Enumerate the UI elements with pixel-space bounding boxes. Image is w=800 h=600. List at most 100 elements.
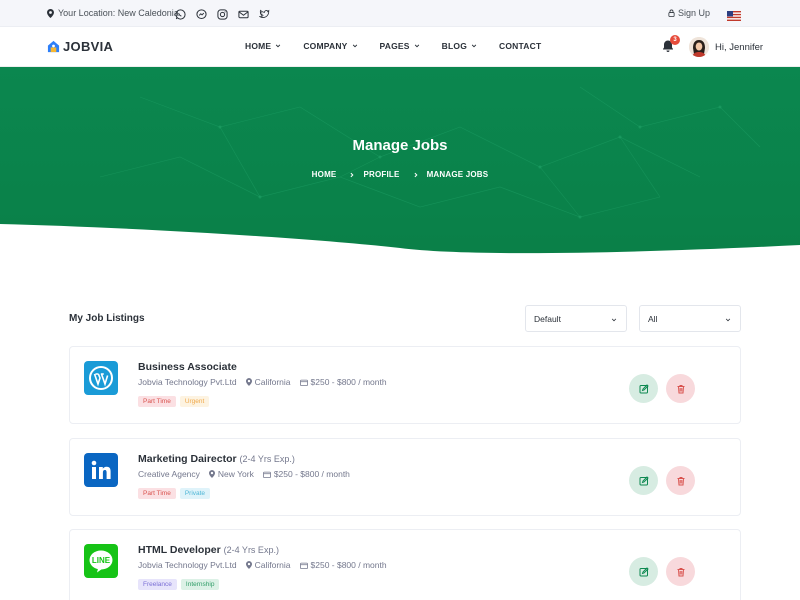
notification-badge: 3 xyxy=(670,35,680,45)
breadcrumb-home[interactable]: HOME xyxy=(312,170,337,179)
location-text: Your Location: New Caledonia xyxy=(58,8,179,18)
chevron-down-icon xyxy=(471,44,477,48)
edit-icon xyxy=(639,566,649,576)
wallet-icon xyxy=(262,471,271,478)
brand-logo[interactable]: JOBVIA xyxy=(47,39,113,54)
us-flag-icon[interactable] xyxy=(727,8,741,21)
user-greeting[interactable]: Hi, Jennifer xyxy=(715,42,763,53)
job-salary: $250 - $800 / month xyxy=(299,560,387,570)
sign-up-label: Sign Up xyxy=(678,8,711,18)
sort-select-value: Default xyxy=(534,314,561,324)
job-card[interactable]: Business Associate Jobvia Technology Pvt… xyxy=(69,346,741,424)
messenger-icon[interactable] xyxy=(196,7,207,20)
salary-text: $250 - $800 / month xyxy=(310,377,387,387)
breadcrumb-profile[interactable]: PROFILE xyxy=(363,170,399,179)
chevron-down-icon xyxy=(352,44,357,48)
svg-text:LINE: LINE xyxy=(92,556,111,565)
job-location: California xyxy=(245,560,291,570)
instagram-icon[interactable] xyxy=(217,7,228,20)
breadcrumb-current: MANAGE JOBS xyxy=(426,170,489,179)
menu-item-label: CONTACT xyxy=(499,41,542,51)
jobvia-logo-icon xyxy=(47,40,60,53)
twitter-icon[interactable] xyxy=(258,7,270,18)
avatar[interactable] xyxy=(689,37,709,57)
job-tags: Freelance Internship xyxy=(138,579,220,590)
main-menu: HOME COMPANY PAGES BLOG CONTACT xyxy=(245,41,541,51)
delete-button[interactable] xyxy=(666,374,695,403)
menu-item-home[interactable]: HOME xyxy=(245,41,281,51)
chevron-down-icon xyxy=(611,318,617,322)
company-name: Creative Agency xyxy=(138,469,200,479)
job-title[interactable]: Business Associate xyxy=(138,361,237,373)
whatsapp-icon[interactable] xyxy=(175,7,186,20)
job-tags: Part Time Urgent xyxy=(138,396,210,407)
menu-item-contact[interactable]: CONTACT xyxy=(499,41,541,51)
job-tags: Part Time Private xyxy=(138,488,211,499)
tag-urgent: Urgent xyxy=(179,396,210,407)
job-meta: Creative Agency New York $250 - $800 / m… xyxy=(138,469,359,479)
delete-button[interactable] xyxy=(666,557,695,586)
linkedin-icon xyxy=(84,453,118,487)
menu-item-label: PAGES xyxy=(379,41,410,51)
map-pin-icon xyxy=(245,378,252,386)
menu-item-company[interactable]: COMPANY xyxy=(303,41,357,51)
menu-item-label: COMPANY xyxy=(303,41,348,51)
job-title-text: HTML Developer xyxy=(138,544,221,556)
chevron-down-icon xyxy=(276,44,281,48)
trash-icon xyxy=(677,476,684,485)
chevron-down-icon xyxy=(414,44,419,48)
job-meta: Jobvia Technology Pvt.Ltd California $25… xyxy=(138,377,396,387)
menu-item-label: BLOG xyxy=(441,41,468,51)
section-title: My Job Listings xyxy=(69,313,145,324)
map-pin-icon xyxy=(208,470,215,478)
tag-freelance: Freelance xyxy=(138,579,177,590)
top-bar: Your Location: New Caledonia Sign Up xyxy=(0,0,800,27)
job-title-text: Business Associate xyxy=(138,361,237,373)
delete-button[interactable] xyxy=(666,466,695,495)
map-pin-icon xyxy=(245,561,252,569)
edit-button[interactable] xyxy=(629,374,658,403)
map-pin-icon xyxy=(47,8,54,18)
page-title: Manage Jobs xyxy=(352,137,448,154)
tag-part-time: Part Time xyxy=(138,396,176,407)
wordpress-icon xyxy=(84,361,118,395)
job-title[interactable]: Marketing Dairector (2-4 Yrs Exp.) xyxy=(138,453,295,465)
job-salary: $250 - $800 / month xyxy=(262,469,350,479)
company-name: Jobvia Technology Pvt.Ltd xyxy=(138,560,237,570)
filter-select[interactable]: All xyxy=(639,305,741,332)
sign-up-link[interactable]: Sign Up xyxy=(668,8,710,18)
salary-text: $250 - $800 / month xyxy=(310,560,387,570)
job-meta: Jobvia Technology Pvt.Ltd California $25… xyxy=(138,560,396,570)
job-experience: (2-4 Yrs Exp.) xyxy=(239,454,295,464)
job-salary: $250 - $800 / month xyxy=(299,377,387,387)
tag-private: Private xyxy=(179,488,211,499)
lock-icon xyxy=(668,9,675,17)
location-text: California xyxy=(254,560,291,570)
tag-internship: Internship xyxy=(180,579,220,590)
wallet-icon xyxy=(299,562,308,569)
edit-button[interactable] xyxy=(629,557,658,586)
sort-select[interactable]: Default xyxy=(525,305,627,332)
tag-part-time: Part Time xyxy=(138,488,176,499)
edit-button[interactable] xyxy=(629,466,658,495)
edit-icon xyxy=(639,383,649,393)
job-card[interactable]: LINE HTML Developer (2-4 Yrs Exp.) Jobvi… xyxy=(69,529,741,600)
job-title-text: Marketing Dairector xyxy=(138,453,237,465)
job-location: California xyxy=(245,377,291,387)
chevron-right-icon xyxy=(414,172,418,177)
job-location: New York xyxy=(208,469,254,479)
edit-icon xyxy=(639,475,649,485)
trash-icon xyxy=(677,567,684,576)
wallet-icon xyxy=(299,379,308,386)
company-name: Jobvia Technology Pvt.Ltd xyxy=(138,377,237,387)
location-info: Your Location: New Caledonia xyxy=(47,8,179,18)
menu-item-blog[interactable]: BLOG xyxy=(442,41,477,51)
job-card[interactable]: Marketing Dairector (2-4 Yrs Exp.) Creat… xyxy=(69,438,741,516)
menu-item-label: HOME xyxy=(245,41,272,51)
menu-item-pages[interactable]: PAGES xyxy=(380,41,420,51)
location-text: California xyxy=(254,377,291,387)
brand-name: JOBVIA xyxy=(63,39,114,54)
envelope-icon[interactable] xyxy=(238,7,249,19)
chevron-right-icon xyxy=(350,172,354,177)
job-title[interactable]: HTML Developer (2-4 Yrs Exp.) xyxy=(138,544,279,556)
